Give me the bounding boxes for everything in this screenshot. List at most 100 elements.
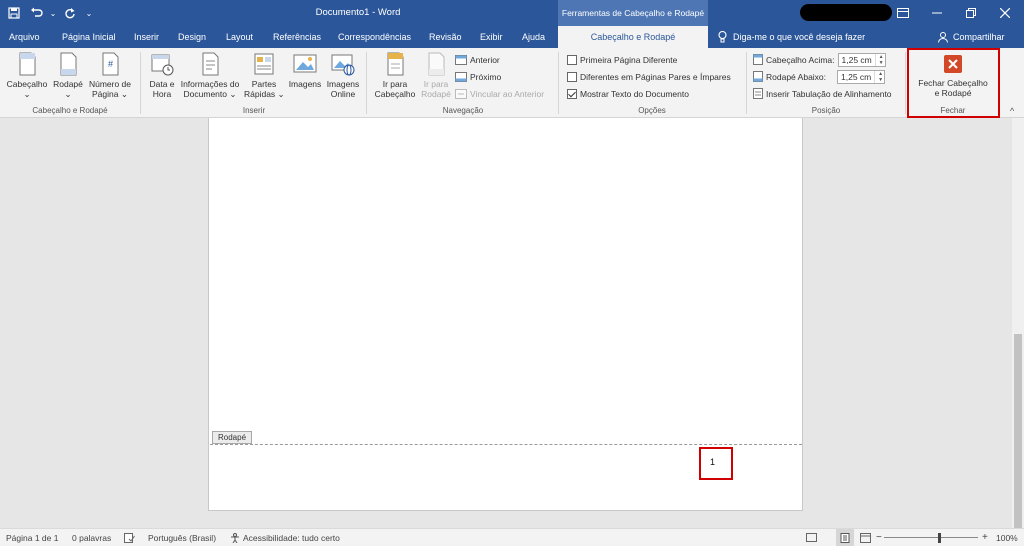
zoom-slider-track[interactable] [884,537,978,538]
tab-arquivo[interactable]: Arquivo [9,26,40,48]
restore-icon[interactable] [954,0,988,26]
different-odd-even-checkbox[interactable]: Diferentes em Páginas Pares e Ímpares [567,69,731,84]
footer-icon [60,52,77,76]
proofing-icon[interactable] [124,529,135,546]
images-label: Imagens [288,79,322,89]
quick-parts-label-2: Rápidas ⌄ [244,89,285,99]
ribbon: Cabeçalho ⌄ Rodapé ⌄ # Número de Página … [0,48,1024,118]
print-layout-icon[interactable] [836,529,854,546]
next-label: Próximo [470,71,502,82]
online-image-icon [331,54,355,76]
tab-pagina-inicial[interactable]: Página Inicial [62,26,116,48]
page-number-label-2: Página ⌄ [92,89,128,99]
web-layout-icon[interactable] [860,529,871,546]
header-label: Cabeçalho [6,79,48,89]
quick-parts-label-1: Partes [251,79,277,89]
ribbon-display-options-icon[interactable] [886,0,920,26]
footer-from-bottom-label: Rodapé Abaixo: [766,71,827,82]
share-button[interactable]: Compartilhar [938,26,1005,48]
footer-button[interactable]: Rodapé ⌄ [50,51,86,99]
tab-revisao[interactable]: Revisão [429,26,462,48]
quick-parts-icon [254,53,274,75]
images-button[interactable]: Imagens [286,51,324,89]
zoom-out-button[interactable]: − [876,529,882,546]
collapse-ribbon-icon[interactable]: ^ [1010,106,1014,116]
calendar-clock-icon [151,54,174,76]
spin-down-icon[interactable]: ▼ [878,77,883,83]
header-from-top-value: 1,25 cm [841,54,872,65]
insert-alignment-tab-label: Inserir Tabulação de Alinhamento [766,88,892,99]
minimize-icon[interactable] [920,0,954,26]
checkbox[interactable] [567,71,577,82]
online-images-label-1: Imagens [326,79,360,89]
link-to-previous-button[interactable]: Vincular ao Anterior [455,86,544,101]
next-button[interactable]: Próximo [455,69,501,84]
tab-cabecalho-rodape[interactable]: Cabeçalho e Rodapé [558,26,708,48]
go-to-header-icon [387,52,404,76]
zoom-in-button[interactable]: + [982,529,988,546]
customize-toolbar-icon[interactable]: ⌄ [82,2,96,24]
group-separator [366,52,367,114]
redacted-account-name [800,4,892,21]
page-count[interactable]: Página 1 de 1 [6,529,58,546]
spin-up-icon[interactable]: ▲ [879,54,884,60]
language-indicator[interactable]: Português (Brasil) [148,529,216,546]
footer-label: Rodapé [53,79,83,89]
tab-correspondencias[interactable]: Correspondências [338,26,411,48]
document-info-icon [202,52,219,76]
status-bar: Página 1 de 1 0 palavras Português (Bras… [0,528,1024,546]
footer-from-bottom-spinner[interactable]: 1,25 cm ▲ ▼ [837,69,886,84]
save-icon[interactable] [4,2,24,24]
date-time-button[interactable]: Data e Hora [146,51,178,99]
insert-alignment-tab-button[interactable]: Inserir Tabulação de Alinhamento [753,86,892,101]
page-number-button[interactable]: # Número de Página ⌄ [86,51,134,99]
share-label: Compartilhar [953,32,1005,42]
go-to-footer-button[interactable]: Ir para Rodapé [418,51,454,99]
undo-dropdown-icon[interactable]: ⌄ [48,2,58,24]
header-from-top-spinner[interactable]: 1,25 cm ▲ ▼ [837,52,886,67]
redo-icon[interactable] [60,2,80,24]
header-dropdown: ⌄ [23,89,31,99]
close-window-icon[interactable] [988,0,1022,26]
tab-ajuda[interactable]: Ajuda [522,26,545,48]
accessibility-icon [231,533,239,543]
footer-from-bottom-value: 1,25 cm [841,71,872,82]
tab-design[interactable]: Design [178,26,206,48]
svg-text:#: # [108,59,113,69]
spin-up-icon[interactable]: ▲ [878,71,883,77]
show-document-text-label: Mostrar Texto do Documento [580,88,689,99]
header-from-top-control: Cabeçalho Acima: 1,25 cm ▲ ▼ [753,52,886,67]
date-time-label-2: Hora [152,89,172,99]
tab-exibir[interactable]: Exibir [480,26,503,48]
online-images-button[interactable]: Imagens Online [324,51,362,99]
footer-from-bottom-control: Rodapé Abaixo: 1,25 cm ▲ ▼ [753,69,886,84]
focus-mode-icon[interactable] [806,529,817,546]
accessibility-checker[interactable]: Acessibilidade: tudo certo [230,529,340,546]
undo-icon[interactable] [26,2,46,24]
previous-button[interactable]: Anterior [455,52,500,67]
word-count[interactable]: 0 palavras [72,529,111,546]
quick-parts-button[interactable]: Partes Rápidas ⌄ [244,51,285,99]
document-info-button[interactable]: Informações do Documento ⌄ [178,51,242,99]
show-document-text-checkbox[interactable]: Mostrar Texto do Documento [567,86,689,101]
title-bar: ⌄ ⌄ Documento1 - Word Ferramentas de Cab… [0,0,1024,26]
group-label-position: Posição [811,106,841,115]
zoom-level[interactable]: 100% [996,529,1018,546]
different-first-page-checkbox[interactable]: Primeira Página Diferente [567,52,677,67]
checkbox[interactable] [567,54,577,65]
group-label-insert: Inserir [242,106,266,115]
contextual-tab-header: Ferramentas de Cabeçalho e Rodapé [558,0,708,26]
tab-inserir[interactable]: Inserir [134,26,159,48]
spin-down-icon[interactable]: ▼ [879,60,884,66]
scrollbar-thumb[interactable] [1014,334,1022,528]
go-to-header-button[interactable]: Ir para Cabeçalho [372,51,418,99]
header-button[interactable]: Cabeçalho ⌄ [6,51,48,99]
tab-layout[interactable]: Layout [226,26,253,48]
checkbox-checked[interactable] [567,88,577,99]
zoom-slider-thumb[interactable] [938,533,941,543]
highlight-box-close-button [907,48,1000,118]
tab-referencias[interactable]: Referências [273,26,321,48]
vertical-scrollbar[interactable] [1012,118,1024,528]
go-to-header-label-1: Ir para [382,79,408,89]
tell-me-search[interactable]: Diga-me o que você deseja fazer [718,26,865,48]
